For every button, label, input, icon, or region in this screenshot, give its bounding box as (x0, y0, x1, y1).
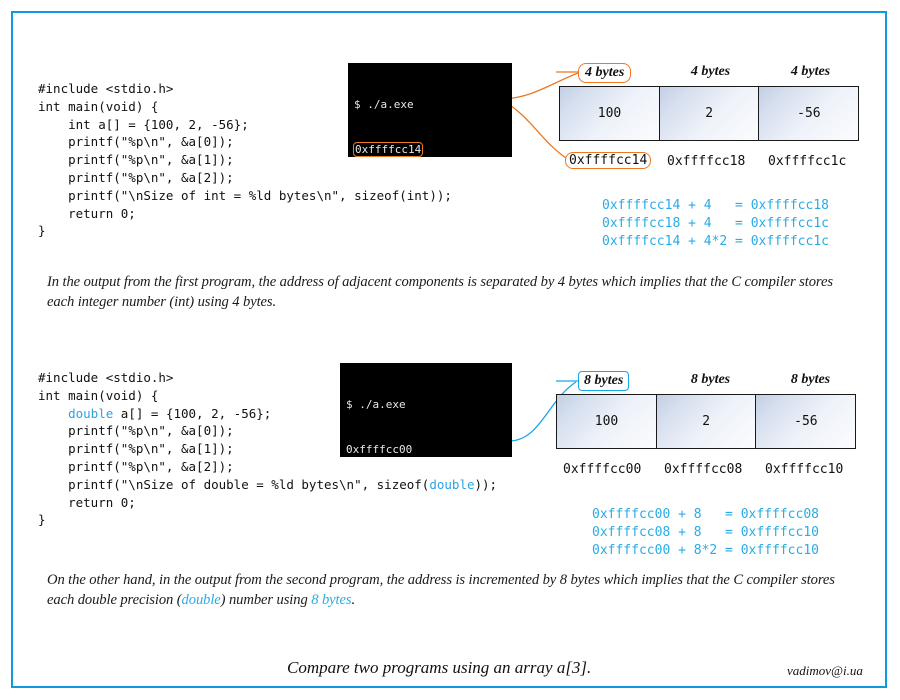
math-block-int: 0xffffcc14 + 4 = 0xffffcc18 0xffffcc18 +… (602, 197, 829, 251)
code-line: printf("\nSize of int = %ld bytes\n", si… (38, 187, 452, 203)
terminal-output-double: $ ./a.exe 0xffffcc00 0xffffcc08 0xffffcc… (340, 363, 512, 457)
code-line: return 0; (38, 205, 136, 221)
code-line: double a[] = {100, 2, -56}; (68, 405, 272, 421)
code-line: #include <stdio.h> (38, 81, 174, 96)
byte-label-int-1: 4 bytes (690, 64, 731, 79)
math-line: 0xffffcc18 + 4 = 0xffffcc1c (602, 216, 829, 231)
math-line: 0xffffcc14 + 4 = 0xffffcc18 (602, 198, 829, 213)
code-line: printf("%p\n", &a[2]); (38, 169, 234, 185)
code-line: int main(void) { (38, 387, 159, 403)
memory-cell: -56 (755, 394, 857, 449)
paragraph-int: In the output from the first program, th… (47, 272, 857, 312)
terminal-prompt: $ ./a.exe (346, 398, 406, 411)
byte-label-double-0: 8 bytes (578, 371, 630, 391)
code-line: printf("%p\n", &a[2]); (38, 458, 234, 474)
byte-label-int-2: 4 bytes (790, 64, 831, 79)
memory-address-double-1: 0xffffcc08 (664, 462, 743, 477)
code-line: int a[] = {100, 2, -56}; (38, 116, 249, 132)
math-line: 0xffffcc08 + 8 = 0xffffcc10 (592, 525, 819, 540)
code-line: int main(void) { (38, 98, 159, 114)
memory-cell: -56 (758, 86, 860, 141)
memory-cell: 2 (655, 394, 757, 449)
memory-address-int-2: 0xffffcc1c (768, 154, 847, 169)
memory-address-int-0: 0xffffcc14 (565, 152, 652, 169)
memory-address-double-2: 0xffffcc10 (765, 462, 844, 477)
paragraph-text: In the output from the first program, th… (47, 274, 833, 310)
terminal-prompt: $ ./a.exe (354, 98, 414, 111)
code-line: } (38, 512, 46, 528)
math-line: 0xffffcc14 + 4*2 = 0xffffcc1c (602, 234, 829, 249)
code-line: printf("%p\n", &a[1]); (38, 441, 234, 457)
code-line: printf("%p\n", &a[1]); (38, 152, 234, 168)
memory-cell: 100 (559, 86, 660, 141)
math-block-double: 0xffffcc00 + 8 = 0xffffcc08 0xffffcc08 +… (592, 506, 819, 560)
memory-row-int: 100 2 -56 (559, 86, 860, 141)
paragraph-highlight-bytes: 8 bytes (311, 592, 352, 608)
byte-label-double-1: 8 bytes (690, 372, 731, 387)
code-line: #include <stdio.h> (38, 370, 174, 385)
terminal-output-int: $ ./a.exe 0xffffcc14 0xffffcc18 0xffffcc… (348, 63, 512, 157)
paragraph-text-part3: . (351, 592, 355, 608)
code-line: return 0; (38, 494, 136, 510)
paragraph-keyword-double: double (181, 592, 221, 608)
keyword-double: double (68, 405, 114, 421)
code-line: printf("\nSize of double = %ld bytes\n",… (38, 476, 498, 492)
memory-cell: 2 (658, 86, 760, 141)
byte-label-double-2: 8 bytes (790, 372, 831, 387)
code-line: printf("%p\n", &a[0]); (38, 134, 234, 150)
math-line: 0xffffcc00 + 8*2 = 0xffffcc10 (592, 543, 819, 558)
paragraph-double: On the other hand, in the output from th… (47, 570, 837, 610)
memory-cell: 100 (556, 394, 657, 449)
memory-address-double-0: 0xffffcc00 (563, 462, 642, 477)
footer-caption: Compare two programs using an array a[3]… (287, 658, 592, 677)
code-line: printf("%p\n", &a[0]); (38, 423, 234, 439)
memory-row-double: 100 2 -56 (556, 394, 857, 449)
paragraph-text-part2: ) number using (220, 592, 312, 608)
slide-page: #include <stdio.h> int main(void) { int … (0, 0, 900, 700)
terminal-addr-0-highlight: 0xffffcc14 (352, 142, 424, 157)
terminal-addr-0: 0xffffcc00 (346, 443, 413, 456)
paragraph-text-part1: On the other hand, in the output from th… (47, 572, 835, 608)
byte-label-int-0: 4 bytes (578, 63, 632, 83)
math-line: 0xffffcc00 + 8 = 0xffffcc08 (592, 507, 819, 522)
footer-author: vadimov@i.ua (787, 663, 863, 678)
keyword-double: double (429, 476, 475, 492)
memory-address-int-1: 0xffffcc18 (667, 154, 746, 169)
code-line: } (38, 223, 46, 239)
